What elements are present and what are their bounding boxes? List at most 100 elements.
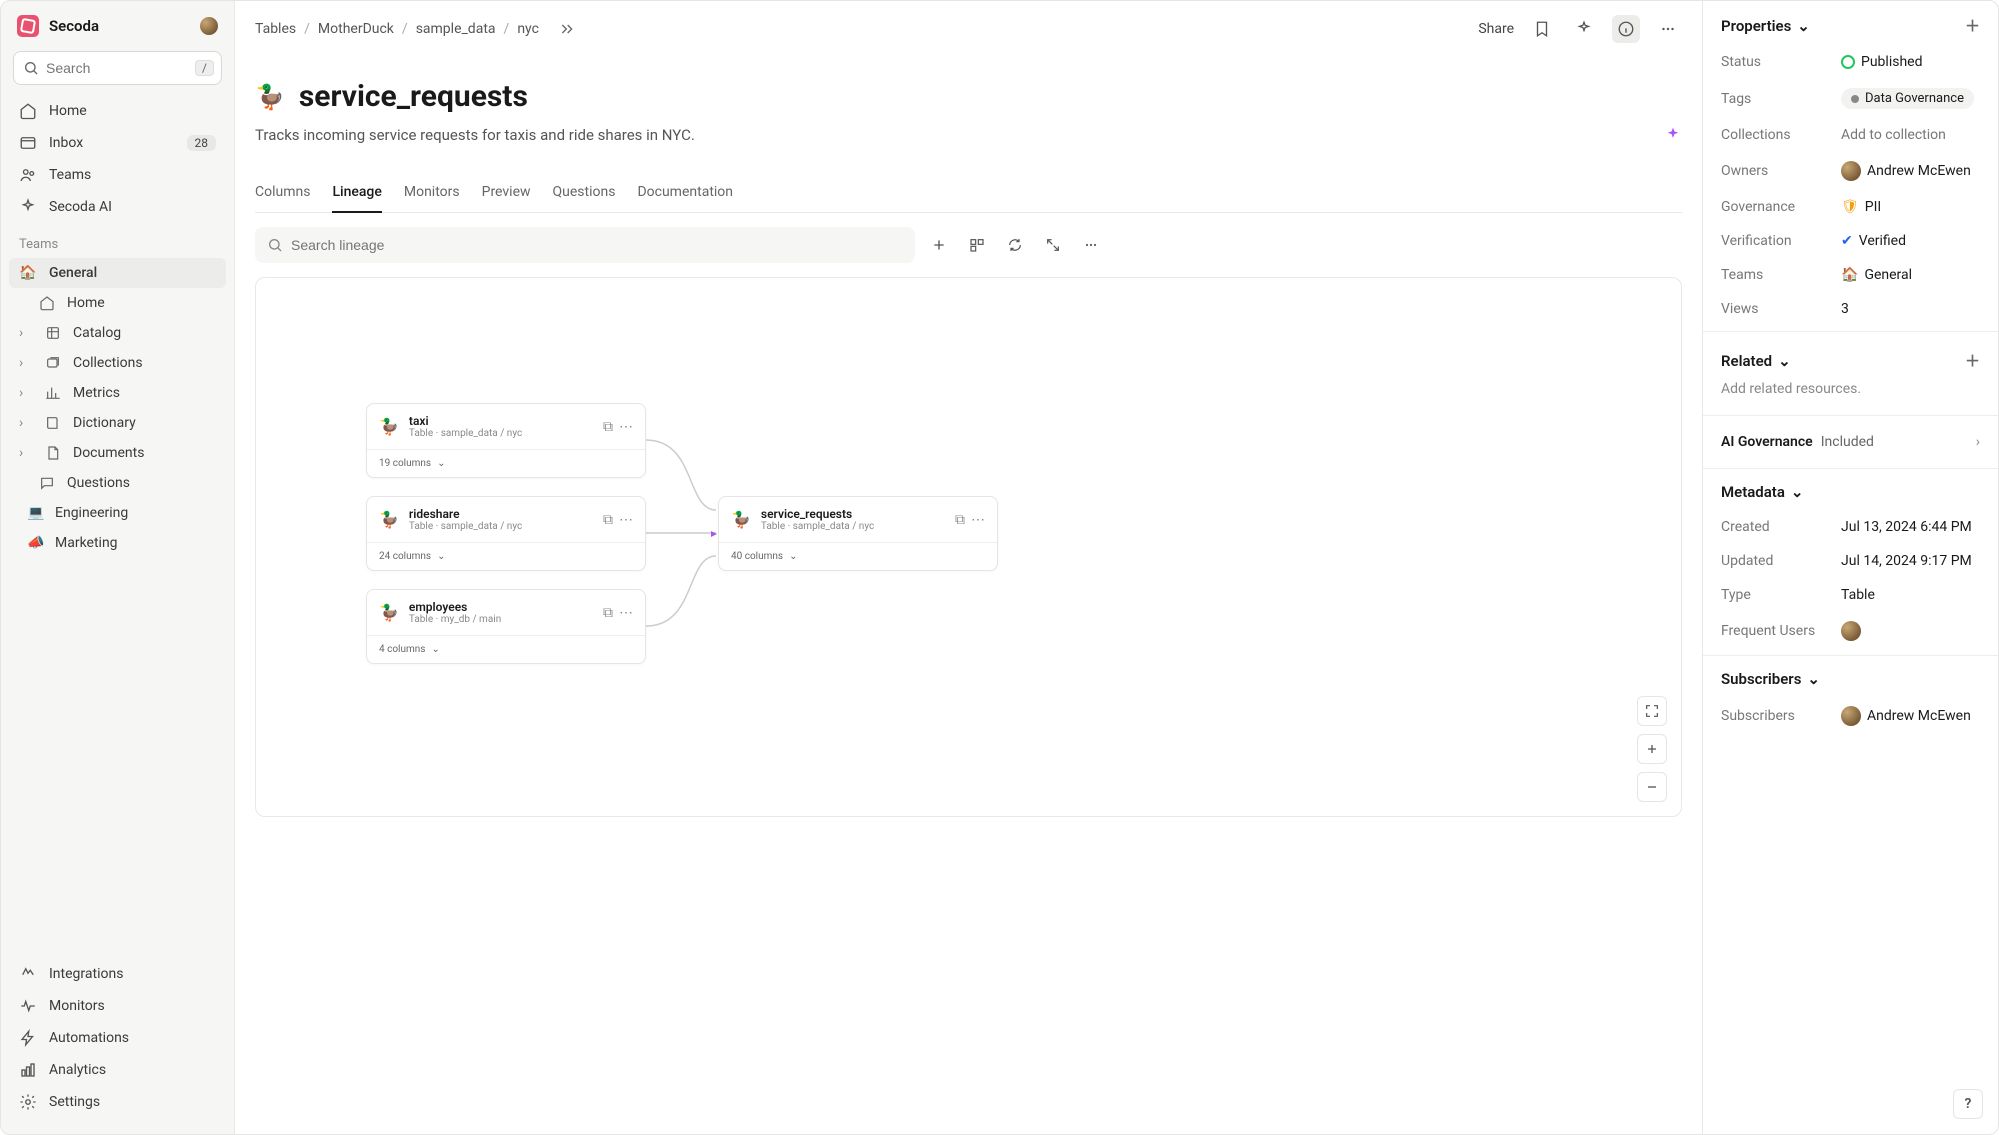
chevron-down-icon: ⌄: [1807, 670, 1820, 688]
sparkle-icon[interactable]: [1570, 15, 1598, 43]
nav-analytics[interactable]: Analytics: [9, 1054, 226, 1086]
collections-empty[interactable]: Add to collection: [1841, 127, 1980, 143]
team-catalog[interactable]: › Catalog: [9, 318, 226, 348]
tab-lineage[interactable]: Lineage: [332, 174, 381, 212]
chevron-down-icon[interactable]: ⌄: [437, 458, 445, 469]
nav-settings[interactable]: Settings: [9, 1086, 226, 1118]
subscribers-header[interactable]: Subscribers⌄: [1721, 670, 1980, 688]
owners-value[interactable]: Andrew McEwen: [1841, 161, 1980, 181]
status-value[interactable]: Published: [1841, 54, 1980, 70]
nav-teams[interactable]: Teams: [9, 159, 226, 191]
help-button[interactable]: ?: [1953, 1089, 1983, 1119]
properties-panel: Properties ⌄ ＋ Status Published Tags Dat…: [1702, 1, 1998, 1134]
team-dictionary[interactable]: › Dictionary: [9, 408, 226, 438]
copy-icon[interactable]: ⧉: [603, 512, 613, 528]
zoom-out-icon[interactable]: [1637, 772, 1667, 802]
lineage-search-input[interactable]: [255, 227, 915, 263]
more-icon[interactable]: [1654, 15, 1682, 43]
properties-header[interactable]: Properties ⌄ ＋: [1721, 15, 1980, 36]
tags-value[interactable]: Data Governance: [1841, 88, 1980, 109]
team-marketing[interactable]: 📣 Marketing: [9, 528, 226, 558]
ai-sparkle-icon[interactable]: [1664, 126, 1682, 144]
more-icon[interactable]: ⋯: [619, 605, 633, 621]
team-general[interactable]: 🏠 General: [9, 258, 226, 288]
search-kbd: /: [195, 60, 214, 76]
nav-home[interactable]: Home: [9, 95, 226, 127]
lineage-node-service-requests[interactable]: 🦆 service_requestsTable · sample_data / …: [718, 496, 998, 571]
collapse-panel-icon[interactable]: [553, 15, 581, 43]
subscribers-value[interactable]: Andrew McEwen: [1841, 706, 1980, 726]
copy-icon[interactable]: ⧉: [603, 419, 613, 435]
verification-label: Verification: [1721, 233, 1841, 249]
team-metrics[interactable]: › Metrics: [9, 378, 226, 408]
team-general-home[interactable]: Home: [9, 288, 226, 318]
bookmark-icon[interactable]: [1528, 15, 1556, 43]
copy-icon[interactable]: ⧉: [603, 605, 613, 621]
page-title: service_requests: [299, 79, 528, 114]
brand-logo-icon: [17, 15, 39, 37]
more-icon[interactable]: ⋯: [619, 419, 633, 435]
team-questions[interactable]: Questions: [9, 468, 226, 498]
lineage-node-rideshare[interactable]: 🦆 rideshareTable · sample_data / nyc ⧉⋯ …: [366, 496, 646, 571]
copy-icon[interactable]: ⧉: [955, 512, 965, 528]
teams-section-label: Teams: [1, 223, 234, 258]
more-icon[interactable]: ⋯: [971, 512, 985, 528]
nav-monitors[interactable]: Monitors: [9, 990, 226, 1022]
team-engineering[interactable]: 💻 Engineering: [9, 498, 226, 528]
lineage-node-employees[interactable]: 🦆 employeesTable · my_db / main ⧉⋯ 4 col…: [366, 589, 646, 664]
lineage-node-taxi[interactable]: 🦆 taxiTable · sample_data / nyc ⧉⋯ 19 co…: [366, 403, 646, 478]
chevron-down-icon[interactable]: ⌄: [789, 551, 797, 562]
tab-preview[interactable]: Preview: [482, 174, 531, 212]
share-button[interactable]: Share: [1478, 21, 1514, 37]
tab-columns[interactable]: Columns: [255, 174, 310, 212]
nav-inbox[interactable]: Inbox 28: [9, 127, 226, 159]
type-value: Table: [1841, 587, 1980, 603]
governance-value[interactable]: 🛡PII: [1841, 199, 1980, 215]
search-input[interactable]: [13, 51, 222, 85]
breadcrumbs: Tables / MotherDuck / sample_data / nyc: [255, 21, 539, 37]
nav-automations[interactable]: Automations: [9, 1022, 226, 1054]
related-header[interactable]: Related⌄ ＋: [1703, 332, 1998, 381]
team-documents[interactable]: › Documents: [9, 438, 226, 468]
teams-value[interactable]: 🏠General: [1841, 267, 1980, 283]
verification-value[interactable]: ✔Verified: [1841, 233, 1980, 249]
add-node-icon[interactable]: [925, 231, 953, 259]
frequent-users-value[interactable]: [1841, 621, 1980, 641]
nav-integrations[interactable]: Integrations: [9, 958, 226, 990]
more-icon[interactable]: ⋯: [619, 512, 633, 528]
metadata-header[interactable]: Metadata⌄: [1721, 483, 1980, 501]
chevron-right-icon: ›: [19, 445, 33, 461]
layout-icon[interactable]: [963, 231, 991, 259]
expand-icon[interactable]: [1039, 231, 1067, 259]
brand[interactable]: Secoda: [17, 15, 99, 37]
team-collections[interactable]: › Collections: [9, 348, 226, 378]
crumb-tables[interactable]: Tables: [255, 21, 296, 37]
chevron-down-icon[interactable]: ⌄: [431, 644, 439, 655]
sidebar: Secoda / Home Inbox 28 Teams: [1, 1, 235, 1134]
crumb-nyc[interactable]: nyc: [517, 21, 539, 37]
add-property-icon[interactable]: ＋: [1965, 15, 1980, 36]
updated-label: Updated: [1721, 553, 1841, 569]
megaphone-icon: 📣: [27, 535, 45, 551]
crumb-sample-data[interactable]: sample_data: [416, 21, 496, 37]
zoom-in-icon[interactable]: [1637, 734, 1667, 764]
lineage-canvas[interactable]: 🦆 taxiTable · sample_data / nyc ⧉⋯ 19 co…: [255, 277, 1682, 817]
tab-documentation[interactable]: Documentation: [637, 174, 733, 212]
verified-badge-icon: ✔: [1841, 233, 1853, 249]
fullscreen-icon[interactable]: [1637, 696, 1667, 726]
nav-ai[interactable]: Secoda AI: [9, 191, 226, 223]
related-empty[interactable]: Add related resources.: [1703, 381, 1998, 415]
user-avatar[interactable]: [200, 17, 218, 35]
tab-monitors[interactable]: Monitors: [404, 174, 460, 212]
chevron-down-icon: ⌄: [1797, 17, 1810, 35]
refresh-icon[interactable]: [1001, 231, 1029, 259]
info-icon[interactable]: [1612, 15, 1640, 43]
crumb-motherduck[interactable]: MotherDuck: [318, 21, 394, 37]
tab-questions[interactable]: Questions: [553, 174, 616, 212]
more-icon[interactable]: [1077, 231, 1105, 259]
chevron-down-icon[interactable]: ⌄: [437, 551, 445, 562]
add-related-icon[interactable]: ＋: [1965, 350, 1980, 371]
created-value: Jul 13, 2024 6:44 PM: [1841, 519, 1980, 535]
ai-governance-row[interactable]: AI Governance Included ›: [1703, 416, 1998, 468]
motherduck-icon: 🦆: [255, 83, 285, 111]
